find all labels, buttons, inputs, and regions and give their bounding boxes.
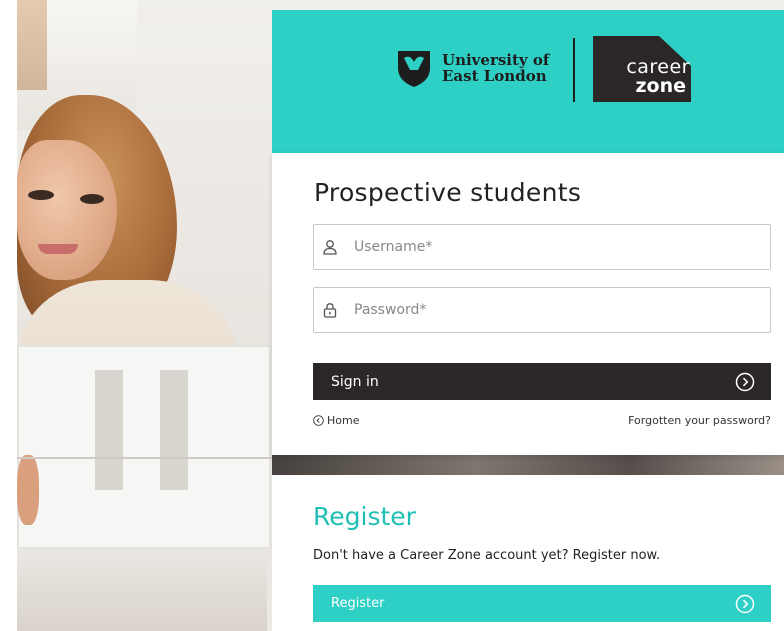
page-title: Prospective students [314, 178, 582, 207]
lock-icon [323, 303, 337, 318]
register-button[interactable]: Register [313, 585, 771, 622]
shield-icon [398, 51, 430, 87]
register-description: Don't have a Career Zone account yet? Re… [313, 548, 661, 563]
university-line-2: East London [442, 67, 547, 85]
photo-mouth [38, 244, 78, 254]
register-button-label: Register [331, 596, 385, 611]
photo-dark-strip [272, 455, 784, 475]
university-line-1: University of [442, 51, 550, 69]
photo-slot [160, 370, 188, 490]
user-icon [323, 240, 337, 255]
username-field[interactable] [313, 224, 771, 270]
circle-arrow-right-icon [735, 372, 755, 391]
university-logo: University of East London [396, 48, 549, 88]
photo-face [17, 140, 117, 280]
home-link[interactable]: Home [313, 414, 359, 427]
photo-box [17, 345, 271, 549]
photo-lower [17, 560, 267, 631]
username-input[interactable] [352, 238, 736, 256]
sign-in-label: Sign in [331, 373, 379, 390]
photo-edge [0, 0, 17, 631]
circle-arrow-right-icon [735, 594, 755, 613]
photo-eye-right [80, 194, 104, 204]
password-input[interactable] [352, 301, 736, 319]
forgot-password-link[interactable]: Forgotten your password? [628, 414, 771, 427]
photo-wood [17, 0, 47, 90]
sign-in-button[interactable]: Sign in [313, 363, 771, 400]
photo-hand [17, 455, 39, 525]
career-zone-line-1: career [626, 56, 690, 78]
photo-divider [17, 457, 272, 459]
photo-eye-left [28, 190, 54, 200]
university-name: University of East London [442, 52, 549, 84]
home-link-label: Home [327, 414, 360, 427]
career-zone-logo-text: career zone [600, 56, 690, 97]
career-zone-line-2: zone [635, 75, 686, 97]
password-field[interactable] [313, 287, 771, 333]
circle-chevron-left-icon [313, 415, 324, 426]
photo-slot [95, 370, 123, 490]
register-title: Register [313, 502, 416, 531]
logo-separator [573, 38, 575, 102]
